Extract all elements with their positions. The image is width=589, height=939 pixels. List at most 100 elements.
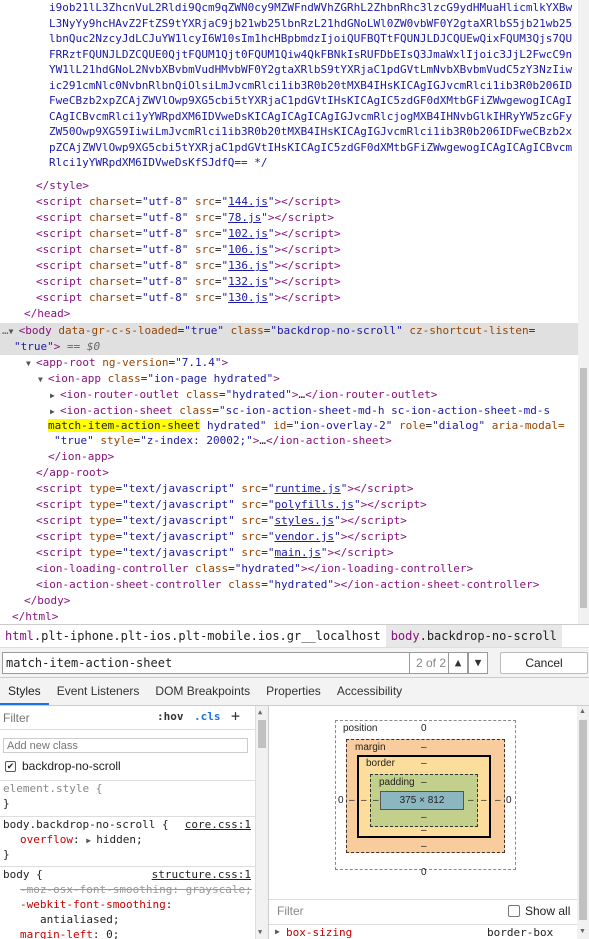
tab-accessibility[interactable]: Accessibility [329, 678, 410, 705]
body-rule[interactable]: body {structure.css:1 -moz-osx-font-smoo… [0, 866, 255, 939]
backdrop-no-scroll-rule[interactable]: body.backdrop-no-scroll {core.css:1 over… [0, 816, 255, 862]
sidebar-tabs: Styles Event Listeners DOM Breakpoints P… [0, 677, 589, 706]
head-script-1[interactable]: <script charset="utf-8" src="144.js"></s… [36, 194, 341, 210]
tab-properties[interactable]: Properties [258, 678, 329, 705]
scroll-up-icon[interactable]: ▲ [258, 708, 262, 716]
expand-triangle-icon[interactable]: ▶ [86, 833, 96, 848]
script-src-link[interactable]: 136.js [228, 259, 268, 272]
body-node-cont[interactable]: "true"> == $0 [14, 339, 100, 355]
body-script-5[interactable]: <script type="text/javascript" src="main… [36, 545, 394, 561]
match-count: 2 of 2 [410, 652, 448, 674]
script-src-link[interactable]: styles.js [274, 514, 334, 527]
collapse-triangle-icon[interactable]: ▶ [50, 388, 60, 404]
head-script-2[interactable]: <script charset="utf-8" src="78.js"></sc… [36, 210, 334, 226]
class-checkbox[interactable]: ✔ [5, 761, 16, 772]
search-bar: 2 of 2 ▲ ▼ Cancel [0, 647, 589, 677]
script-src-link[interactable]: 144.js [228, 195, 268, 208]
source-link[interactable]: structure.css:1 [152, 867, 251, 882]
body-script-2[interactable]: <script type="text/javascript" src="poly… [36, 497, 427, 513]
breadcrumb-html[interactable]: html .plt-iphone.plt-ios.plt-mobile.ios.g… [0, 625, 386, 647]
more-actions-dots[interactable]: … [2, 324, 9, 337]
computed-scrollbar-thumb[interactable] [579, 720, 587, 920]
chevron-up-icon: ▲ [454, 656, 462, 669]
ion-action-sheet-node-cont[interactable]: match-item-action-sheet hydrated" id="io… [48, 418, 565, 434]
html-close-tag[interactable]: </html> [12, 609, 58, 624]
script-src-link[interactable]: main.js [274, 546, 320, 559]
cancel-search-button[interactable]: Cancel [500, 652, 588, 674]
ion-app-close-tag[interactable]: </ion-app> [48, 449, 114, 465]
body-script-4[interactable]: <script type="text/javascript" src="vend… [36, 529, 407, 545]
elements-scrollbar[interactable] [578, 0, 589, 624]
elements-tree[interactable]: i9ob21lL3ZhcnVuL2Rldi9Qcm9qZWN0cy9MZWFnd… [0, 0, 578, 624]
source-link[interactable]: core.css:1 [185, 817, 251, 832]
tab-dom-breakpoints[interactable]: DOM Breakpoints [147, 678, 258, 705]
add-class-row [0, 734, 255, 756]
element-style-rule[interactable]: element.style { } [0, 780, 255, 811]
position-right-value[interactable]: 0 [506, 795, 512, 806]
head-script-5[interactable]: <script charset="utf-8" src="136.js"></s… [36, 258, 341, 274]
chevron-down-icon: ▼ [474, 656, 482, 669]
script-src-link[interactable]: 106.js [228, 243, 268, 256]
position-bottom-value[interactable]: 0 [421, 867, 427, 878]
head-script-6[interactable]: <script charset="utf-8" src="132.js"></s… [36, 274, 341, 290]
app-root-node[interactable]: ▼ <app-root ng-version="7.1.4"> [26, 355, 228, 371]
body-script-1[interactable]: <script type="text/javascript" src="runt… [36, 481, 414, 497]
ion-router-outlet-node[interactable]: ▶ <ion-router-outlet class="hydrated">…</… [50, 387, 438, 403]
expand-triangle-icon[interactable]: ▼ [9, 324, 19, 340]
scroll-down-icon[interactable]: ▼ [579, 928, 586, 935]
scroll-down-icon[interactable]: ▼ [258, 928, 262, 936]
script-src-link[interactable]: polyfills.js [274, 498, 353, 511]
previous-match-button[interactable]: ▲ [448, 652, 468, 674]
search-input[interactable] [2, 652, 410, 674]
add-class-input[interactable] [3, 738, 248, 753]
computed-filter-input[interactable]: Filter [277, 904, 304, 918]
position-top-value[interactable]: 0 [421, 723, 427, 734]
style-close-tag[interactable]: </style> [36, 178, 89, 194]
script-src-link[interactable]: runtime.js [274, 482, 340, 495]
border-label: border [366, 758, 395, 769]
margin-label: margin [355, 742, 386, 753]
styles-scrollbar[interactable]: ▲ ▼ [255, 706, 268, 939]
tab-styles[interactable]: Styles [0, 678, 49, 705]
expand-triangle-icon[interactable]: ▼ [38, 372, 48, 388]
elements-scrollbar-thumb[interactable] [580, 368, 587, 608]
box-model-content-size[interactable]: 375 × 812 [380, 791, 464, 810]
selected-node-marker: == $0 [67, 340, 101, 353]
box-model-pane: position 0 0 0 0 margin – – – – border –… [268, 706, 589, 939]
computed-scrollbar[interactable]: ▲ ▼ [577, 706, 589, 939]
head-script-7[interactable]: <script charset="utf-8" src="130.js"></s… [36, 290, 341, 306]
expand-triangle-icon[interactable]: ▼ [26, 356, 36, 372]
script-src-link[interactable]: 78.js [228, 211, 261, 224]
breadcrumb-body[interactable]: body .backdrop-no-scroll [385, 625, 562, 647]
position-left-value[interactable]: 0 [338, 795, 344, 806]
body-node[interactable]: …▼ <body data-gr-c-s-loaded="true" class=… [2, 323, 535, 339]
hover-state-toggle[interactable]: :hov [157, 710, 184, 723]
new-rule-plus-icon[interactable]: + [231, 707, 240, 725]
script-src-link[interactable]: 130.js [228, 291, 268, 304]
script-src-link[interactable]: vendor.js [274, 530, 334, 543]
styles-filter-input[interactable] [3, 708, 146, 727]
show-all-checkbox[interactable] [508, 905, 520, 917]
styles-pane: :hov .cls + ✔ backdrop-no-scroll element… [0, 706, 268, 939]
script-src-link[interactable]: 102.js [228, 227, 268, 240]
computed-property-row[interactable]: ▶ box-sizing border-box [269, 924, 589, 939]
ion-action-sheet-controller-node[interactable]: <ion-action-sheet-controller class="hydr… [36, 577, 539, 593]
expand-triangle-icon[interactable]: ▶ [275, 927, 285, 936]
next-match-button[interactable]: ▼ [468, 652, 488, 674]
styles-scrollbar-thumb[interactable] [258, 720, 266, 748]
ion-loading-controller-node[interactable]: <ion-loading-controller class="hydrated"… [36, 561, 473, 577]
ion-action-sheet-node-cont2[interactable]: "true" style="z-index: 20002;">…</ion-ac… [54, 433, 392, 449]
script-src-link[interactable]: 132.js [228, 275, 268, 288]
head-close-tag[interactable]: </head> [24, 306, 70, 322]
body-close-tag[interactable]: </body> [24, 593, 70, 609]
body-script-3[interactable]: <script type="text/javascript" src="styl… [36, 513, 407, 529]
tab-event-listeners[interactable]: Event Listeners [49, 678, 148, 705]
ion-action-sheet-node[interactable]: ▶ <ion-action-sheet class="sc-ion-action-… [50, 403, 550, 419]
head-script-4[interactable]: <script charset="utf-8" src="106.js"></s… [36, 242, 341, 258]
head-script-3[interactable]: <script charset="utf-8" src="102.js"></s… [36, 226, 341, 242]
class-toggle[interactable]: .cls [194, 710, 221, 723]
ion-app-node[interactable]: ▼ <ion-app class="ion-page hydrated"> [38, 371, 280, 387]
scroll-up-icon[interactable]: ▲ [579, 708, 586, 715]
class-name-label: backdrop-no-scroll [22, 759, 121, 773]
app-root-close-tag[interactable]: </app-root> [36, 465, 109, 481]
